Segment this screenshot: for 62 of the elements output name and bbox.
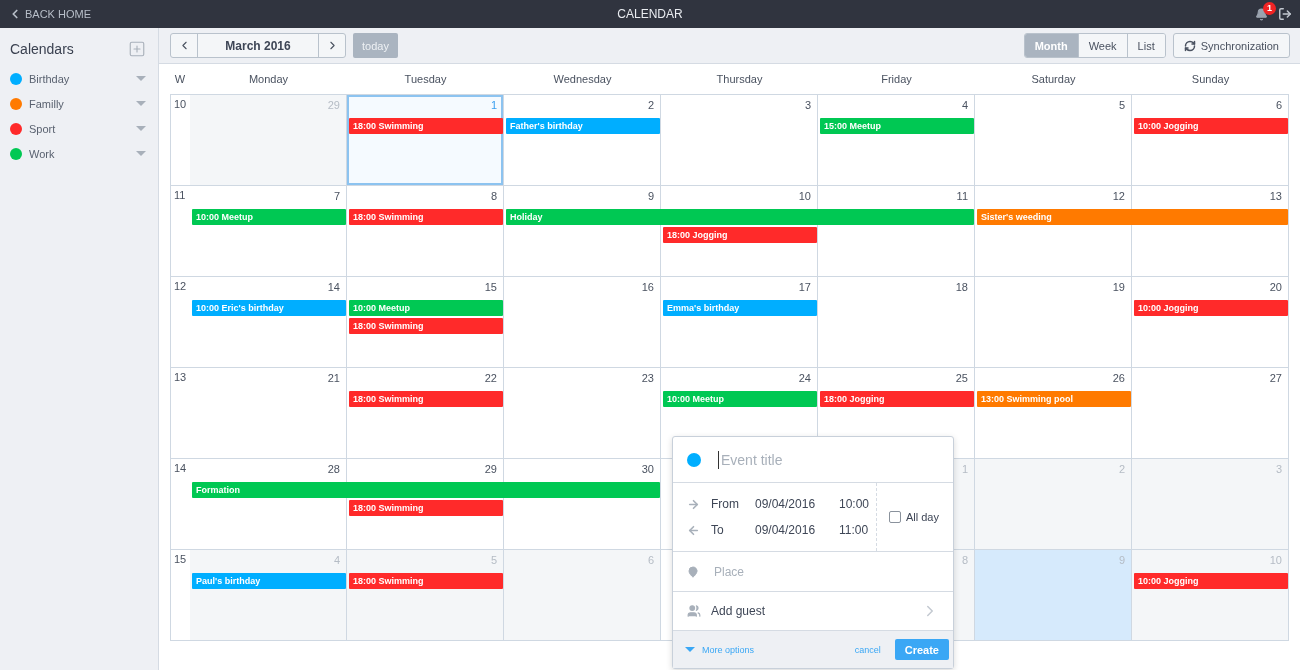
week-number: 14 bbox=[173, 461, 188, 476]
event-bar[interactable]: 18:00 Swimming bbox=[349, 118, 503, 134]
to-date[interactable]: 09/04/2016 bbox=[755, 523, 839, 537]
weekday-header: Tuesday bbox=[403, 73, 448, 85]
event-bar[interactable]: 18:00 Swimming bbox=[349, 391, 503, 407]
weekday-header: Saturday bbox=[1030, 73, 1077, 85]
to-label: To bbox=[711, 523, 725, 537]
all-day-label: All day bbox=[905, 511, 939, 523]
from-label: From bbox=[711, 497, 740, 511]
place-input[interactable]: Place bbox=[712, 563, 939, 580]
event-bar[interactable]: 10:00 Jogging bbox=[1134, 300, 1288, 316]
week-number: 12 bbox=[173, 279, 188, 294]
users-icon bbox=[687, 604, 701, 618]
event-bar[interactable]: 18:00 Jogging bbox=[663, 227, 817, 243]
view-tab[interactable]: Week bbox=[1077, 34, 1127, 57]
week-number: 10 bbox=[173, 97, 188, 112]
refresh-icon bbox=[1183, 39, 1196, 52]
weekday-header: Monday bbox=[247, 73, 290, 85]
add-icon[interactable] bbox=[128, 40, 146, 58]
calendar-name[interactable]: Birthday bbox=[29, 72, 129, 85]
event-bar[interactable]: 10:00 Jogging bbox=[1134, 118, 1288, 134]
event-bar[interactable]: 18:00 Swimming bbox=[349, 318, 503, 334]
caret-down-icon[interactable] bbox=[136, 126, 146, 131]
calendar-name[interactable]: Familly bbox=[29, 97, 129, 110]
notifications-button[interactable] bbox=[1255, 7, 1268, 21]
back-home-link[interactable]: BACK HOME bbox=[8, 7, 91, 21]
event-title-input[interactable]: Event title bbox=[718, 450, 939, 469]
event-bar[interactable]: 18:00 Swimming bbox=[349, 573, 503, 589]
from-date[interactable]: 09/04/2016 bbox=[755, 497, 839, 511]
calendar-name[interactable]: Work bbox=[29, 147, 129, 160]
caret-down-icon[interactable] bbox=[136, 76, 146, 81]
week-number: 11 bbox=[173, 188, 187, 203]
logout-button[interactable] bbox=[1278, 7, 1292, 21]
event-bar[interactable]: 18:00 Jogging bbox=[820, 391, 974, 407]
to-time[interactable]: 11:00 bbox=[839, 523, 869, 537]
all-day-checkbox[interactable] bbox=[888, 511, 901, 523]
notification-count: 1 bbox=[1263, 1, 1276, 15]
sidebar-title: Calendars bbox=[10, 41, 74, 57]
caret-down-icon[interactable] bbox=[136, 151, 146, 156]
add-guest-button[interactable]: Add guest bbox=[673, 592, 953, 631]
caret-down-icon[interactable] bbox=[136, 101, 146, 106]
arrow-right-icon bbox=[687, 497, 700, 511]
view-tab[interactable]: List bbox=[1126, 34, 1165, 57]
event-bar[interactable]: 18:00 Swimming bbox=[349, 500, 503, 516]
event-color-dot[interactable] bbox=[687, 452, 701, 467]
arrow-left-icon bbox=[687, 523, 700, 537]
month-label: March 2016 bbox=[197, 34, 319, 57]
caret-down-icon[interactable] bbox=[685, 647, 695, 652]
event-bar[interactable]: 18:00 Swimming bbox=[349, 209, 503, 225]
synchronization-button[interactable]: Synchronization bbox=[1172, 33, 1290, 58]
weekday-header: Friday bbox=[880, 73, 913, 85]
week-number: 15 bbox=[173, 552, 188, 567]
from-time[interactable]: 10:00 bbox=[839, 497, 870, 511]
map-pin-icon bbox=[687, 565, 699, 578]
week-column-header: W bbox=[173, 73, 187, 85]
calendar-name[interactable]: Sport bbox=[29, 122, 129, 135]
weekday-header: Sunday bbox=[1190, 73, 1231, 85]
week-number: 13 bbox=[173, 370, 188, 385]
page-title: CALENDAR bbox=[617, 7, 683, 21]
weekday-header: Wednesday bbox=[552, 73, 613, 85]
event-bar[interactable]: 10:00 Jogging bbox=[1134, 573, 1288, 589]
weekday-header: Thursday bbox=[715, 73, 764, 85]
